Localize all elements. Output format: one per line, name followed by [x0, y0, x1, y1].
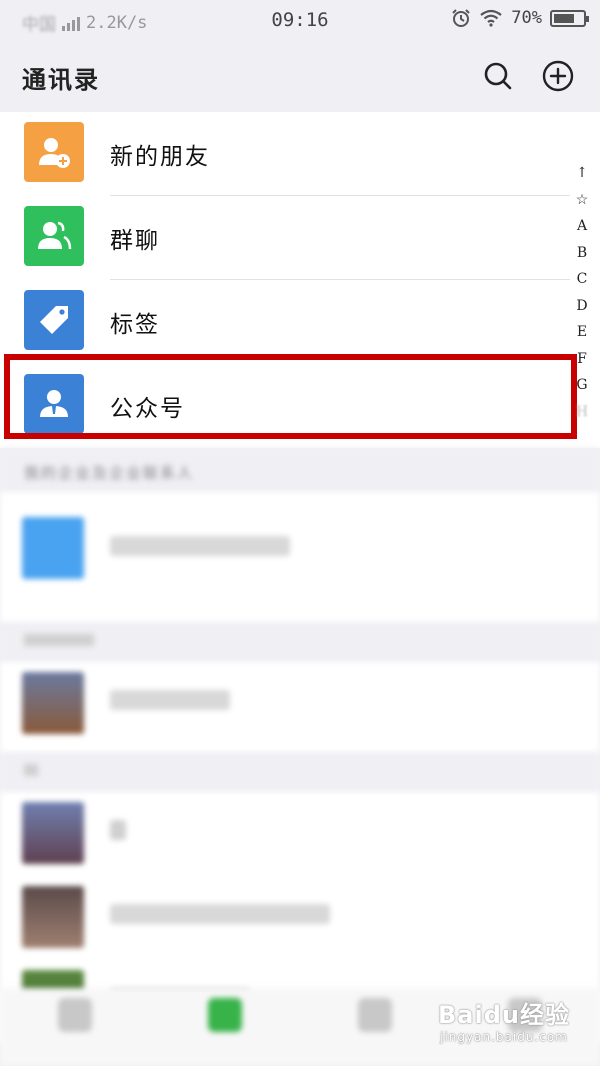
index-letter[interactable]: D: [570, 293, 594, 320]
index-letter[interactable]: B: [570, 240, 594, 267]
alphabet-index[interactable]: ↑ ☆ A B C D E F G H: [570, 160, 594, 425]
index-letter[interactable]: A: [570, 213, 594, 240]
wifi-icon: [480, 9, 502, 27]
add-icon[interactable]: [541, 59, 575, 93]
index-letter[interactable]: G: [570, 372, 594, 399]
section-header: [0, 752, 600, 792]
index-letter[interactable]: ↑: [570, 160, 594, 187]
tag-icon: [24, 290, 84, 350]
list-item[interactable]: [0, 662, 600, 752]
page-title: 通讯录: [22, 66, 100, 94]
menu-item-label: 标签: [110, 312, 160, 338]
tab-discover[interactable]: [300, 988, 450, 1066]
avatar: [22, 886, 84, 948]
contact-name: [110, 820, 126, 840]
menu-item-label: 新的朋友: [110, 144, 210, 170]
discover-icon: [358, 998, 392, 1032]
group-chat-icon: [24, 206, 84, 266]
menu-item-new-friends[interactable]: 新的朋友: [0, 112, 600, 196]
status-bar: 中国 2.2K/s 09:16 70%: [0, 0, 600, 40]
index-letter[interactable]: H: [570, 399, 594, 426]
baidu-watermark: Baidu经验 jingyan.baidu.com: [438, 995, 570, 1044]
list-item[interactable]: [0, 492, 600, 622]
alarm-icon: [452, 9, 470, 27]
new-friend-icon: [24, 122, 84, 182]
app-header: 通讯录: [0, 40, 600, 112]
blurred-contacts: 我的企业及企业联系人: [0, 448, 600, 1044]
list-item[interactable]: [0, 792, 600, 876]
highlight-box: [4, 354, 577, 439]
tab-contacts[interactable]: [150, 988, 300, 1066]
contact-name: [110, 690, 230, 710]
index-letter[interactable]: E: [570, 319, 594, 346]
menu-item-tags[interactable]: 标签: [0, 280, 600, 364]
section-header-enterprise: 我的企业及企业联系人: [0, 448, 600, 492]
menu-item-label: 群聊: [110, 228, 160, 254]
list-item[interactable]: [0, 876, 600, 960]
index-letter[interactable]: F: [570, 346, 594, 373]
search-icon[interactable]: [481, 59, 515, 93]
chat-icon: [58, 998, 92, 1032]
section-header: [0, 622, 600, 662]
contact-name: [110, 536, 290, 556]
watermark-url: jingyan.baidu.com: [440, 1030, 568, 1044]
battery-icon: [550, 9, 589, 27]
index-letter[interactable]: C: [570, 266, 594, 293]
avatar: [22, 802, 84, 864]
watermark-logo: Baidu经验: [438, 1001, 570, 1029]
avatar: [22, 672, 84, 734]
menu-item-group-chats[interactable]: 群聊: [0, 196, 600, 280]
contacts-icon: [208, 998, 242, 1032]
index-letter[interactable]: ☆: [570, 187, 594, 214]
contact-name: [110, 904, 330, 924]
battery-percent: 70%: [511, 8, 542, 28]
avatar: [22, 517, 84, 579]
tab-chats[interactable]: [0, 988, 150, 1066]
